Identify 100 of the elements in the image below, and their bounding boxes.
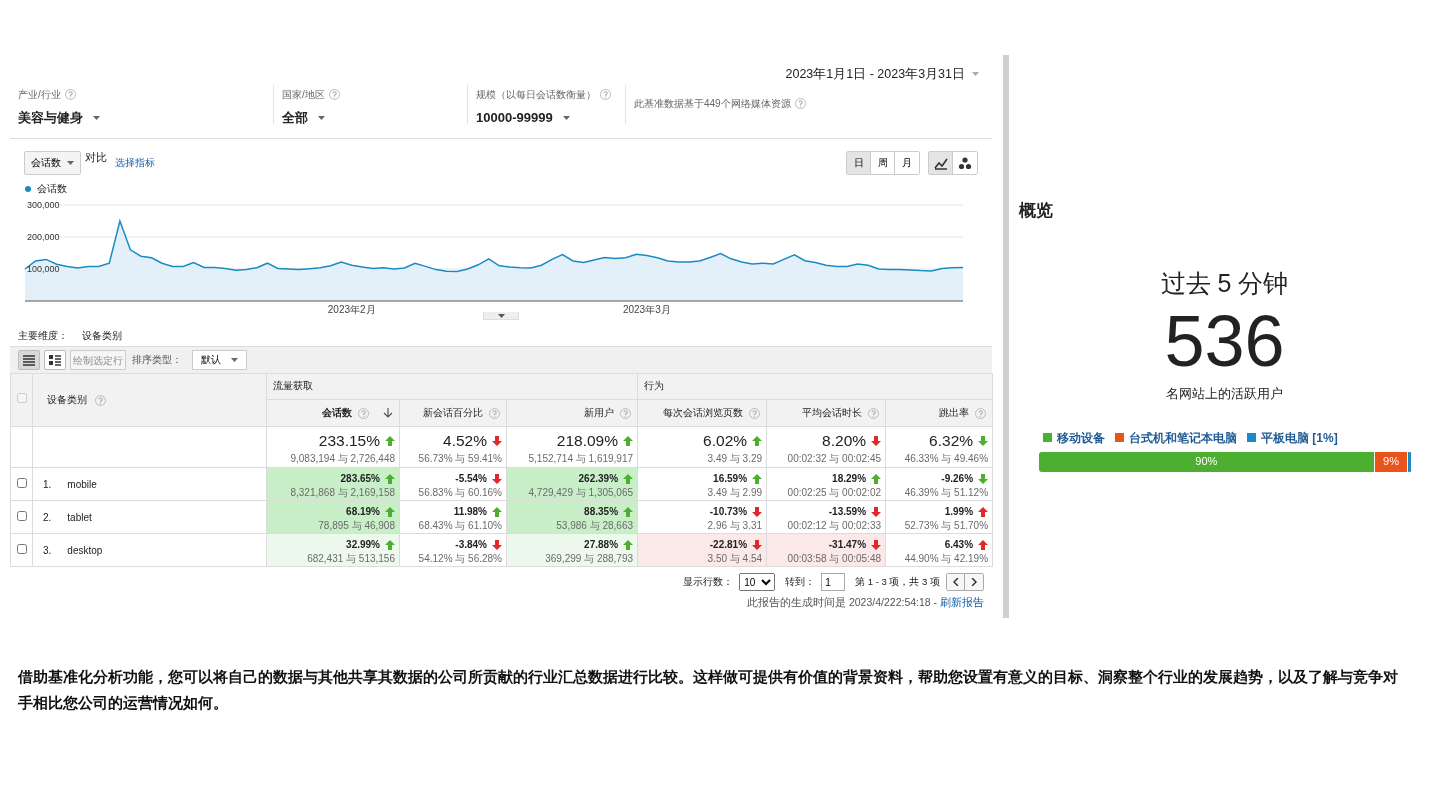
list-view-icon xyxy=(22,353,36,367)
help-icon[interactable] xyxy=(95,394,106,406)
compare-label: 对比 xyxy=(85,150,107,165)
y-axis-label: 100,000 xyxy=(27,264,60,274)
comparison-text: 46.39% 与 51.12% xyxy=(903,487,989,499)
line-chart-button[interactable] xyxy=(929,151,953,174)
change-value: 6.02% xyxy=(703,431,748,452)
overview-title: 概览 xyxy=(1018,200,1054,222)
filter-dropdown[interactable]: 全部 xyxy=(282,108,325,128)
comparison-text: 5,152,714 与 1,619,917 xyxy=(527,452,634,465)
x-axis-label: 2023年2月 xyxy=(327,304,376,315)
comparison-text: 52.73% 与 51.70% xyxy=(903,520,989,532)
comparison-text: 369,299 与 288,793 xyxy=(544,553,634,565)
caret-icon xyxy=(93,115,100,120)
change-value: 218.09% xyxy=(556,431,619,452)
device-name[interactable]: mobile xyxy=(67,477,97,492)
change-value: 262.39% xyxy=(578,472,619,486)
change-value: 4.52% xyxy=(443,431,487,452)
change-value: -31.47% xyxy=(828,538,867,552)
pivot-view-button[interactable] xyxy=(44,350,66,370)
bubble-chart-icon xyxy=(958,156,972,170)
column-header: 设备类别 xyxy=(47,392,87,407)
change-value: -13.59% xyxy=(828,505,867,519)
period-label: 过去 5 分钟 xyxy=(1159,268,1290,300)
help-icon[interactable] xyxy=(600,89,611,100)
column-group-header: 行为 xyxy=(644,380,665,392)
next-page-button[interactable] xyxy=(965,574,983,590)
comparison-text: 53,986 与 28,663 xyxy=(555,520,634,532)
legend-label: 移动设备 xyxy=(1057,429,1105,447)
change-value: -5.54% xyxy=(455,472,487,486)
help-icon[interactable] xyxy=(489,407,500,419)
line-chart-icon xyxy=(933,156,948,170)
help-icon[interactable] xyxy=(64,89,76,100)
refresh-report-link[interactable]: 刷新报告 xyxy=(940,596,984,608)
column-header[interactable]: 新用户 xyxy=(584,405,615,421)
comparison-text: 00:02:12 与 00:02:33 xyxy=(786,520,882,532)
help-icon[interactable] xyxy=(975,407,987,419)
comparison-text: 3.49 与 2.99 xyxy=(706,487,763,499)
comparison-text: 00:02:25 与 00:02:02 xyxy=(786,487,882,499)
comparison-text: 78,895 与 46,908 xyxy=(317,520,395,532)
row-index: 2. xyxy=(43,511,52,525)
x-axis-label: 2023年3月 xyxy=(622,304,671,315)
rows-per-page-label: 显示行数： xyxy=(683,574,734,589)
column-header[interactable]: 会话数 xyxy=(322,405,352,421)
caret-icon xyxy=(497,313,505,318)
filter-label: 国家/地区 xyxy=(282,88,325,102)
change-value: -9.26% xyxy=(941,472,974,486)
change-value: -3.84% xyxy=(455,538,487,552)
device-name[interactable]: tablet xyxy=(67,510,92,525)
collapse-tab[interactable] xyxy=(483,312,519,320)
comparison-text: 56.73% 与 59.41% xyxy=(417,452,502,465)
row-checkbox[interactable] xyxy=(17,478,27,488)
previous-page-button[interactable] xyxy=(947,574,965,590)
pivot-view-icon xyxy=(48,353,62,367)
change-value: 6.43% xyxy=(944,538,974,552)
filter-dropdown[interactable]: 美容与健身 xyxy=(18,108,100,128)
comparison-text: 46.33% 与 49.46% xyxy=(903,452,989,465)
chevron-left-icon xyxy=(952,578,959,586)
comparison-text: 3.49 与 3.29 xyxy=(706,452,763,465)
caret-icon xyxy=(562,115,570,120)
active-user-count: 536 xyxy=(1163,304,1286,377)
metric-dropdown[interactable]: 会话数 xyxy=(24,150,81,175)
comparison-text: 2.96 与 3.31 xyxy=(706,520,763,532)
row-index: 1. xyxy=(43,478,52,492)
date-range-picker[interactable]: 2023年1月1日 - 2023年3月31日 xyxy=(785,63,980,85)
page-input[interactable]: 1 xyxy=(821,573,846,591)
select-metric-link[interactable]: 选择指标 xyxy=(115,155,155,170)
caret-icon xyxy=(231,358,238,362)
help-icon[interactable] xyxy=(749,407,761,419)
filter-dropdown[interactable]: 10000-99999 xyxy=(476,108,570,128)
filter-label: 产业/行业 xyxy=(18,88,61,102)
comparison-text: 4,729,429 与 1,305,065 xyxy=(527,487,634,499)
row-checkbox[interactable] xyxy=(17,544,27,554)
filter-label: 规模（以每日会话数衡量） xyxy=(476,88,596,102)
sort-arrow-icon[interactable] xyxy=(383,408,393,418)
help-icon[interactable] xyxy=(358,407,369,419)
table-view-button[interactable] xyxy=(18,350,40,370)
comparison-text: 44.90% 与 42.19% xyxy=(903,553,989,565)
chevron-right-icon xyxy=(971,578,977,586)
legend-label: 平板电脑 [1%] xyxy=(1261,429,1338,447)
change-value: 32.99% xyxy=(346,538,380,552)
help-icon[interactable] xyxy=(868,407,880,419)
dimension-value: 设备类别 xyxy=(82,329,122,344)
comparison-text: 00:03:58 与 00:05:48 xyxy=(786,553,882,565)
sort-dropdown[interactable]: 默认 xyxy=(192,350,247,370)
comparison-text: 9,083,194 与 2,726,448 xyxy=(289,452,395,465)
column-group-header: 流量获取 xyxy=(273,380,313,392)
help-icon[interactable] xyxy=(620,407,632,419)
column-header[interactable]: 跳出率 xyxy=(939,405,970,421)
legend-label: 台式机和笔记本电脑 xyxy=(1129,429,1237,447)
change-value: 68.19% xyxy=(346,505,380,519)
help-icon[interactable] xyxy=(794,98,806,109)
change-value: 8.20% xyxy=(822,431,867,452)
device-name[interactable]: desktop xyxy=(67,543,103,558)
help-icon[interactable] xyxy=(328,89,340,100)
filter-label: 此基准数据基于449个网络媒体资源 xyxy=(634,97,791,111)
row-checkbox[interactable] xyxy=(17,511,27,521)
caption-text: 借助基准化分析功能，您可以将自己的数据与其他共享其数据的公司所贡献的行业汇总数据进行比较。这样做可提供有价值的背景资料，帮助您设置有意义的目标、洞察整个行业的发展趋势，以及了解与竞争对手相比您公司的运营情况如何。 xyxy=(16,667,1399,714)
period-tab[interactable]: 日 xyxy=(847,151,871,174)
rows-per-page-select[interactable]: 10 xyxy=(739,573,776,591)
